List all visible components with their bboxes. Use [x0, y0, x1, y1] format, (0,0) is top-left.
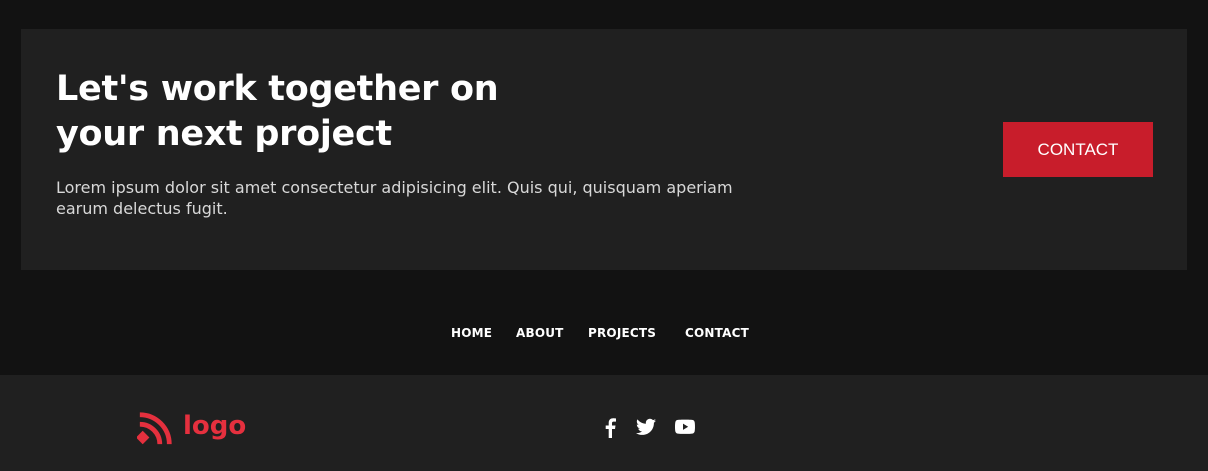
- cta-description: Lorem ipsum dolor sit amet consectetur a…: [56, 178, 733, 218]
- contact-button[interactable]: CONTACT: [1003, 122, 1153, 177]
- nav-link-about[interactable]: ABOUT: [516, 322, 564, 344]
- facebook-icon[interactable]: [604, 418, 616, 440]
- twitter-icon[interactable]: [636, 418, 656, 440]
- logo[interactable]: logo: [137, 408, 246, 448]
- footer: logo: [0, 375, 1208, 471]
- logo-text: logo: [183, 411, 247, 441]
- page: Let's work together on your next project…: [0, 0, 1208, 471]
- cta-heading: Let's work together on your next project: [56, 69, 499, 154]
- nav-link-contact[interactable]: CONTACT: [685, 322, 749, 344]
- nav-link-projects[interactable]: PROJECTS: [588, 322, 656, 344]
- nav-link-home[interactable]: HOME: [451, 322, 492, 344]
- youtube-icon[interactable]: [675, 418, 695, 440]
- footer-nav: HOME ABOUT PROJECTS CONTACT: [0, 322, 1208, 344]
- cta-section: Let's work together on your next project…: [21, 29, 1187, 270]
- signal-logo-icon: [137, 412, 172, 445]
